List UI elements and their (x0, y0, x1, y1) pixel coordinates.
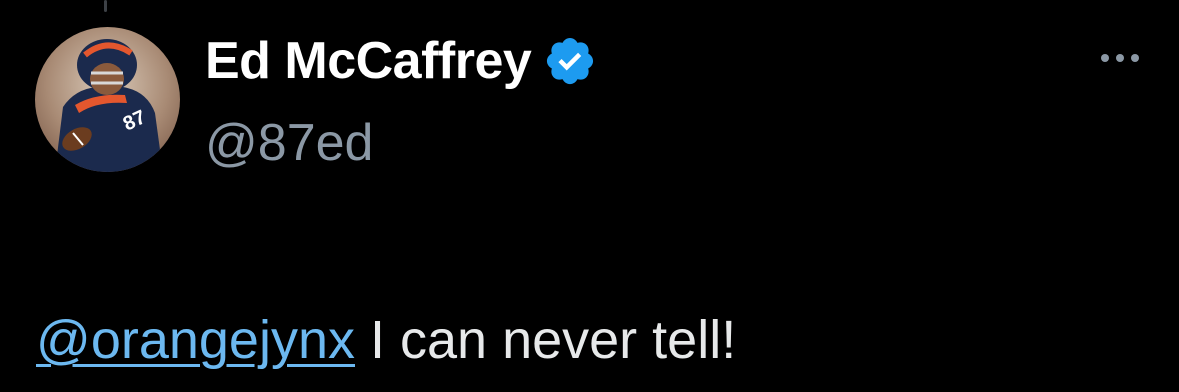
author-name-row: Ed McCaffrey (205, 30, 597, 92)
more-options-button[interactable] (1090, 38, 1150, 78)
tweet-body: @orangejynx I can never tell! (36, 306, 736, 374)
author-display-name[interactable]: Ed McCaffrey (205, 30, 532, 92)
more-options-icon-dot (1131, 54, 1139, 62)
verified-badge-icon[interactable] (543, 34, 597, 88)
tweet-text: I can never tell! (355, 310, 737, 370)
mention-link[interactable]: @orangejynx (36, 310, 355, 370)
more-options-icon (1101, 54, 1109, 62)
author-handle[interactable]: @87ed (205, 112, 373, 174)
avatar-image: 87 (35, 27, 180, 172)
more-options-icon-dot (1116, 54, 1124, 62)
avatar[interactable]: 87 (35, 27, 180, 172)
tweet: 87 Ed McCaffrey @87ed @orangejynx I can … (0, 0, 1179, 392)
thread-connector-line (104, 0, 107, 12)
